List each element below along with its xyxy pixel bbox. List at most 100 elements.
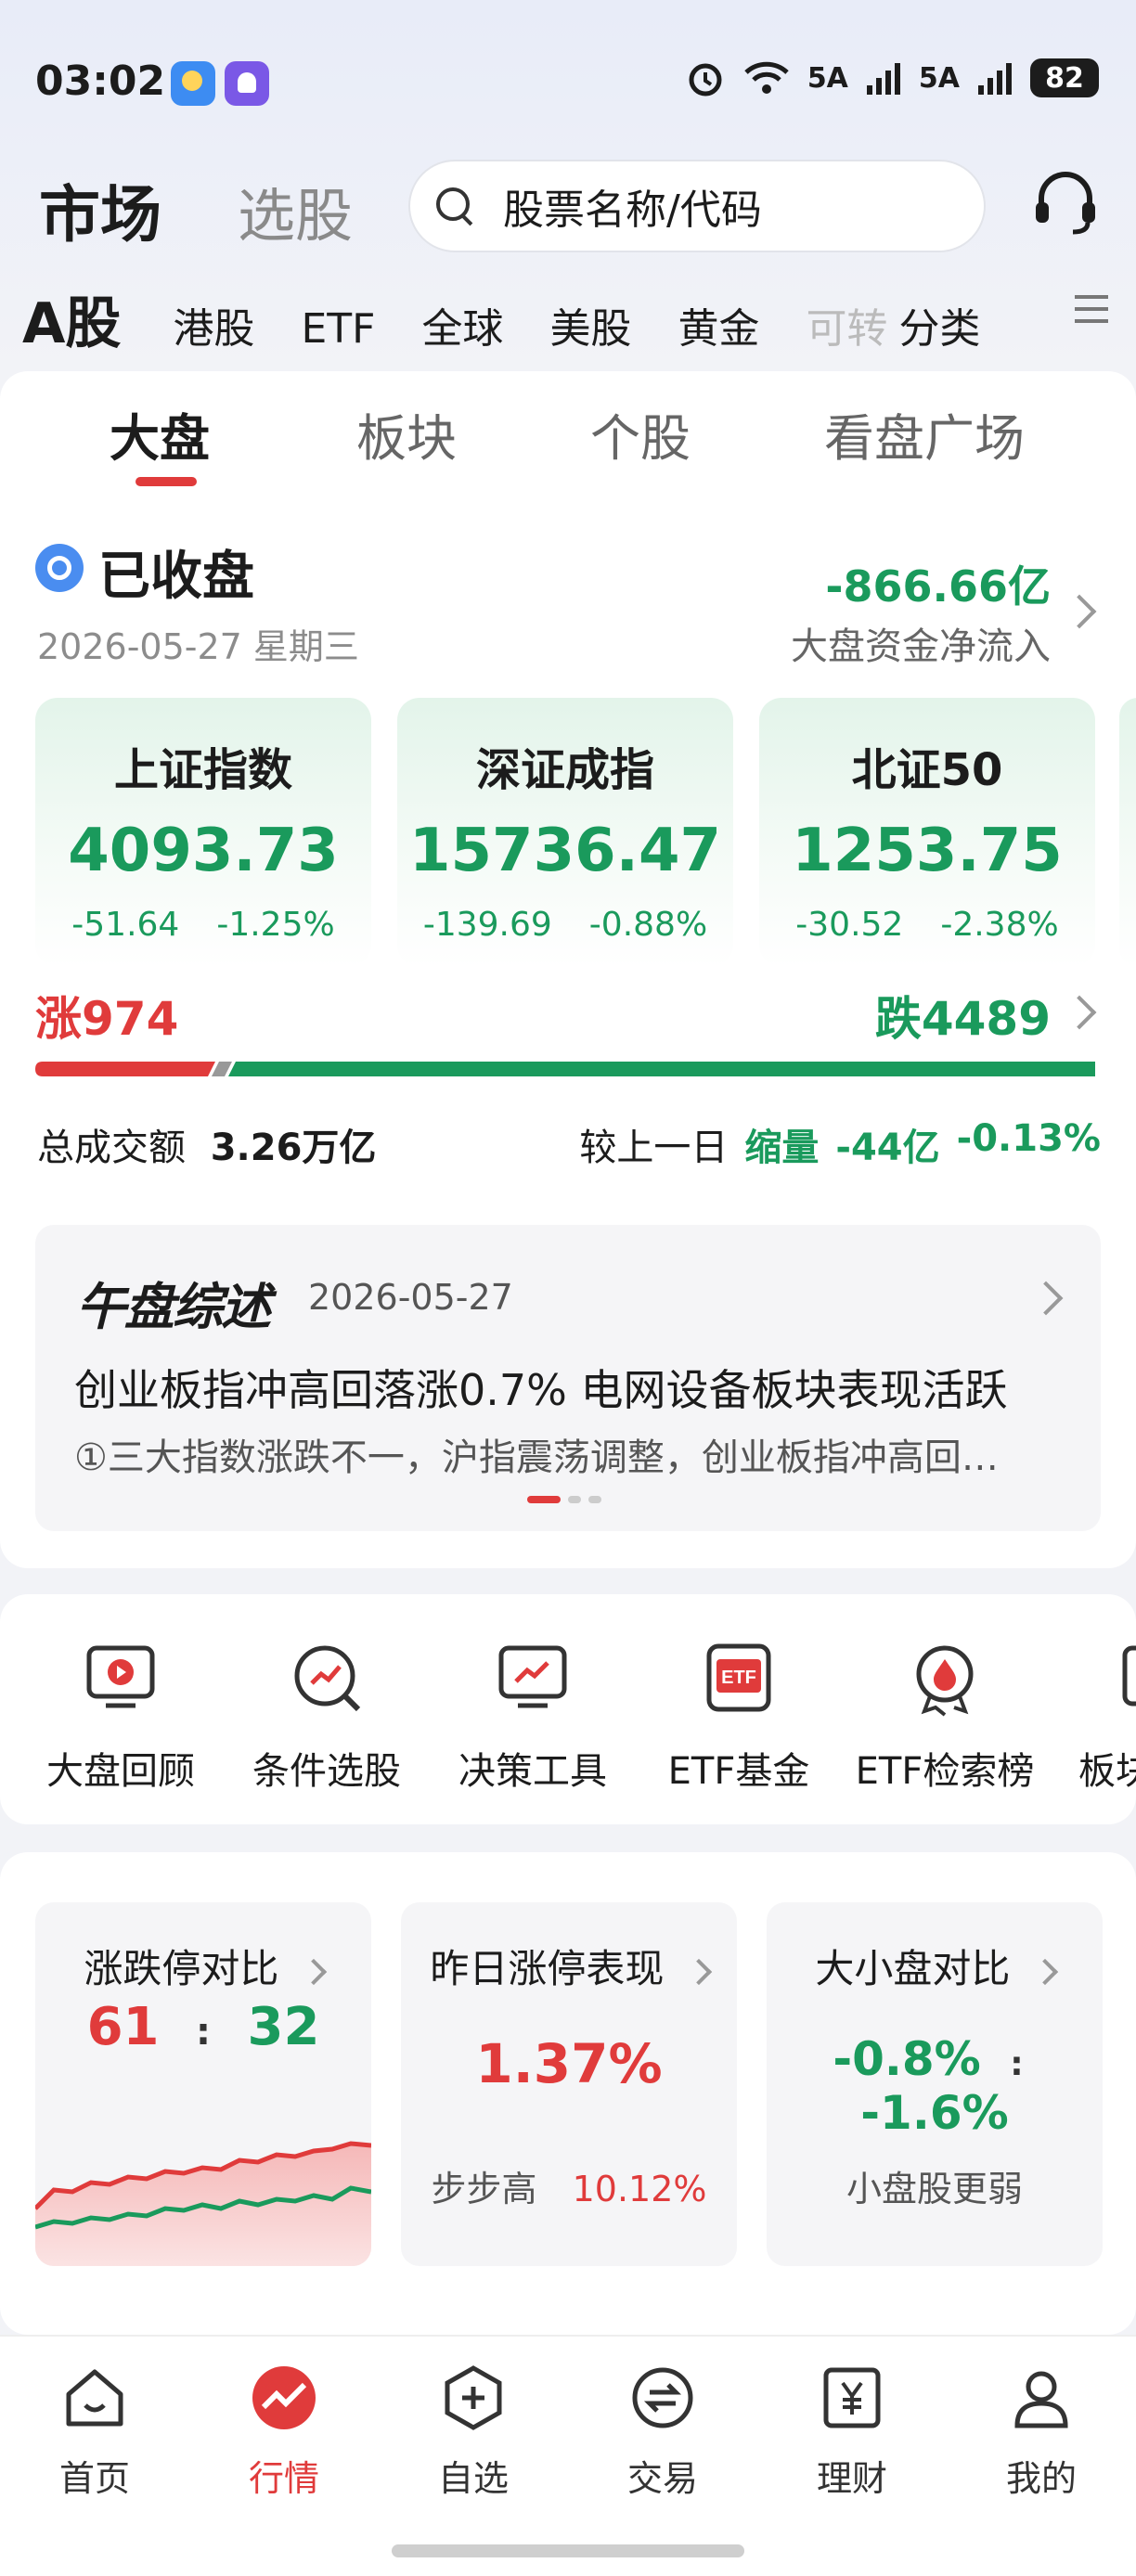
compare-tag: 缩量 — [744, 1127, 820, 1169]
user-icon — [1014, 2371, 1068, 2428]
signal-icon — [978, 63, 1012, 95]
index-value: 4093.73 — [68, 817, 339, 885]
menu-icon[interactable] — [1075, 295, 1108, 323]
nav-home[interactable]: 首页 — [0, 2364, 189, 2501]
carousel-dot — [588, 1496, 601, 1503]
market-trend-icon — [252, 2366, 316, 2429]
index-change: -30.52 — [795, 906, 904, 944]
tool-label: ETF基金 — [667, 1750, 810, 1793]
sector-icon — [1122, 1645, 1136, 1707]
summary-title: 创业板指冲高回落涨0.7% 电网设备板块表现活跃 — [74, 1365, 1008, 1415]
page-title[interactable]: 市场 — [39, 165, 161, 254]
carousel-dot — [568, 1496, 581, 1503]
tab-convertible[interactable]: 可转 — [806, 295, 887, 354]
nav-market[interactable]: 行情 — [189, 2364, 379, 2501]
tab-category[interactable]: 分类 — [898, 295, 980, 354]
nav-profile[interactable]: 我的 — [947, 2364, 1136, 2501]
compare-pct: -0.13% — [956, 1117, 1101, 1160]
tool-sector[interactable]: 板块 — [1043, 1639, 1136, 1795]
summary-logo: 午盘综述 — [76, 1278, 271, 1336]
decliners-count[interactable]: 跌4489 — [875, 982, 1051, 1049]
summary-date: 2026-05-27 — [308, 1277, 513, 1318]
tool-etf-search-rank[interactable]: ETF检索榜 — [841, 1639, 1049, 1795]
tab-stock-picker[interactable]: 选股 — [238, 169, 353, 252]
index-pct: -1.25% — [216, 906, 335, 944]
turnover-value: 3.26万亿 — [210, 1127, 377, 1169]
chevron-right-icon — [685, 1958, 712, 1985]
index-name: 深证成指 — [475, 744, 654, 796]
compare-value: -44亿 — [835, 1127, 940, 1169]
yesterday-limit-box[interactable]: 昨日涨停表现 1.37% 步步高 10.12% — [401, 1902, 737, 2266]
tool-label: 大盘回顾 — [46, 1750, 195, 1793]
subtab-overview[interactable]: 大盘 — [110, 397, 210, 470]
stat-title-text: 昨日涨停表现 — [430, 1946, 665, 1991]
tools-card: 大盘回顾 条件选股 决策工具 ETF ETF基金 ETF检索榜 板块 — [0, 1594, 1136, 1824]
signal-label-2: 5A — [918, 61, 960, 95]
status-indicators: 5A 5A 82 — [685, 58, 1099, 98]
customer-service-icon[interactable] — [1028, 165, 1103, 239]
size-compare-box[interactable]: 大小盘对比 -0.8% : -1.6% 小盘股更弱 — [767, 1902, 1103, 2266]
index-change: -139.69 — [422, 906, 552, 944]
chevron-right-icon — [300, 1958, 327, 1985]
index-card-bse50[interactable]: 北证50 1253.75 -30.52 -2.38% — [759, 698, 1095, 967]
tab-global[interactable]: 全球 — [421, 295, 503, 354]
midday-summary-card[interactable]: 午盘综述 2026-05-27 创业板指冲高回落涨0.7% 电网设备板块表现活跃… — [35, 1225, 1101, 1531]
net-flow-value[interactable]: -866.66亿 — [825, 553, 1051, 614]
small-cap-change: -1.6% — [860, 2086, 1009, 2140]
status-time: 03:02 — [35, 58, 166, 105]
subtab-square[interactable]: 看盘广场 — [824, 397, 1025, 470]
limit-compare-box[interactable]: 涨跌停对比 61 : 32 — [35, 1902, 371, 2266]
subtab-sectors[interactable]: 板块 — [356, 397, 457, 470]
notification-app-icon — [225, 61, 269, 106]
nav-trade[interactable]: 交易 — [568, 2364, 757, 2501]
tool-etf-fund[interactable]: ETF ETF基金 — [635, 1639, 843, 1795]
stats-card: 涨跌停对比 61 : 32 昨日涨停表现 1.37% 步步高 10.12% 大小… — [0, 1852, 1136, 2335]
tool-decision[interactable]: 决策工具 — [429, 1639, 637, 1795]
stat-title-text: 涨跌停对比 — [84, 1946, 279, 1991]
carousel-dots — [527, 1496, 601, 1503]
large-cap-change: -0.8% — [833, 2032, 981, 2086]
nav-watchlist[interactable]: 自选 — [379, 2364, 568, 2501]
tab-etf[interactable]: ETF — [301, 305, 375, 353]
advancers-count: 涨974 — [35, 992, 179, 1046]
alarm-icon — [689, 63, 722, 97]
size-compare-title: 大小盘对比 — [767, 1938, 1103, 1994]
index-value: 1253.75 — [792, 817, 1063, 885]
index-card-shanghai[interactable]: 上证指数 4093.73 -51.64 -1.25% — [35, 698, 371, 967]
index-card-next[interactable] — [1119, 698, 1136, 967]
ratio-separator: : — [196, 2011, 211, 2054]
tab-hk-shares[interactable]: 港股 — [173, 295, 254, 354]
search-input[interactable]: 股票名称/代码 — [408, 160, 986, 252]
battery-icon: 82 — [1030, 58, 1099, 97]
nav-wealth[interactable]: 理财 — [757, 2364, 947, 2501]
market-closed-icon — [35, 544, 84, 592]
search-icon — [434, 186, 475, 226]
yesterday-limit-value: 1.37% — [475, 2032, 663, 2095]
top-stock-value: 10.12% — [572, 2169, 707, 2209]
limit-down-count: 32 — [247, 1997, 320, 2057]
chevron-right-icon — [1031, 1958, 1058, 1985]
index-card-shenzhen[interactable]: 深证成指 15736.47 -139.69 -0.88% — [397, 698, 733, 967]
net-flow-label[interactable]: 大盘资金净流入 — [791, 616, 1051, 670]
nav-label: 交易 — [626, 2458, 698, 2499]
nav-label: 行情 — [248, 2458, 319, 2499]
ratio-separator: : — [1010, 2045, 1024, 2083]
tab-gold[interactable]: 黄金 — [678, 295, 759, 354]
badge-drop-icon — [916, 1645, 974, 1717]
tool-condition-picker[interactable]: 条件选股 — [223, 1639, 431, 1795]
stat-title-text: 大小盘对比 — [815, 1946, 1011, 1991]
nav-label: 理财 — [816, 2458, 887, 2499]
subtab-stocks[interactable]: 个股 — [590, 397, 691, 470]
size-ratio: -0.8% : -1.6% — [767, 2032, 1103, 2140]
nav-label: 自选 — [437, 2458, 509, 2499]
summary-subtitle: ①三大指数涨跌不一，沪指震荡调整，创业板指冲高回… — [74, 1436, 999, 1479]
tab-a-shares[interactable]: A股 — [22, 278, 121, 359]
add-hexagon-icon — [445, 2365, 502, 2430]
subtab-indicator — [136, 477, 197, 486]
tool-label: 板块 — [1078, 1750, 1136, 1793]
tool-market-review[interactable]: 大盘回顾 — [17, 1639, 225, 1795]
tool-label: 决策工具 — [458, 1750, 607, 1793]
chevron-right-icon[interactable] — [1028, 1281, 1064, 1316]
search-placeholder: 股票名称/代码 — [503, 187, 762, 234]
tab-us-shares[interactable]: 美股 — [549, 295, 631, 354]
